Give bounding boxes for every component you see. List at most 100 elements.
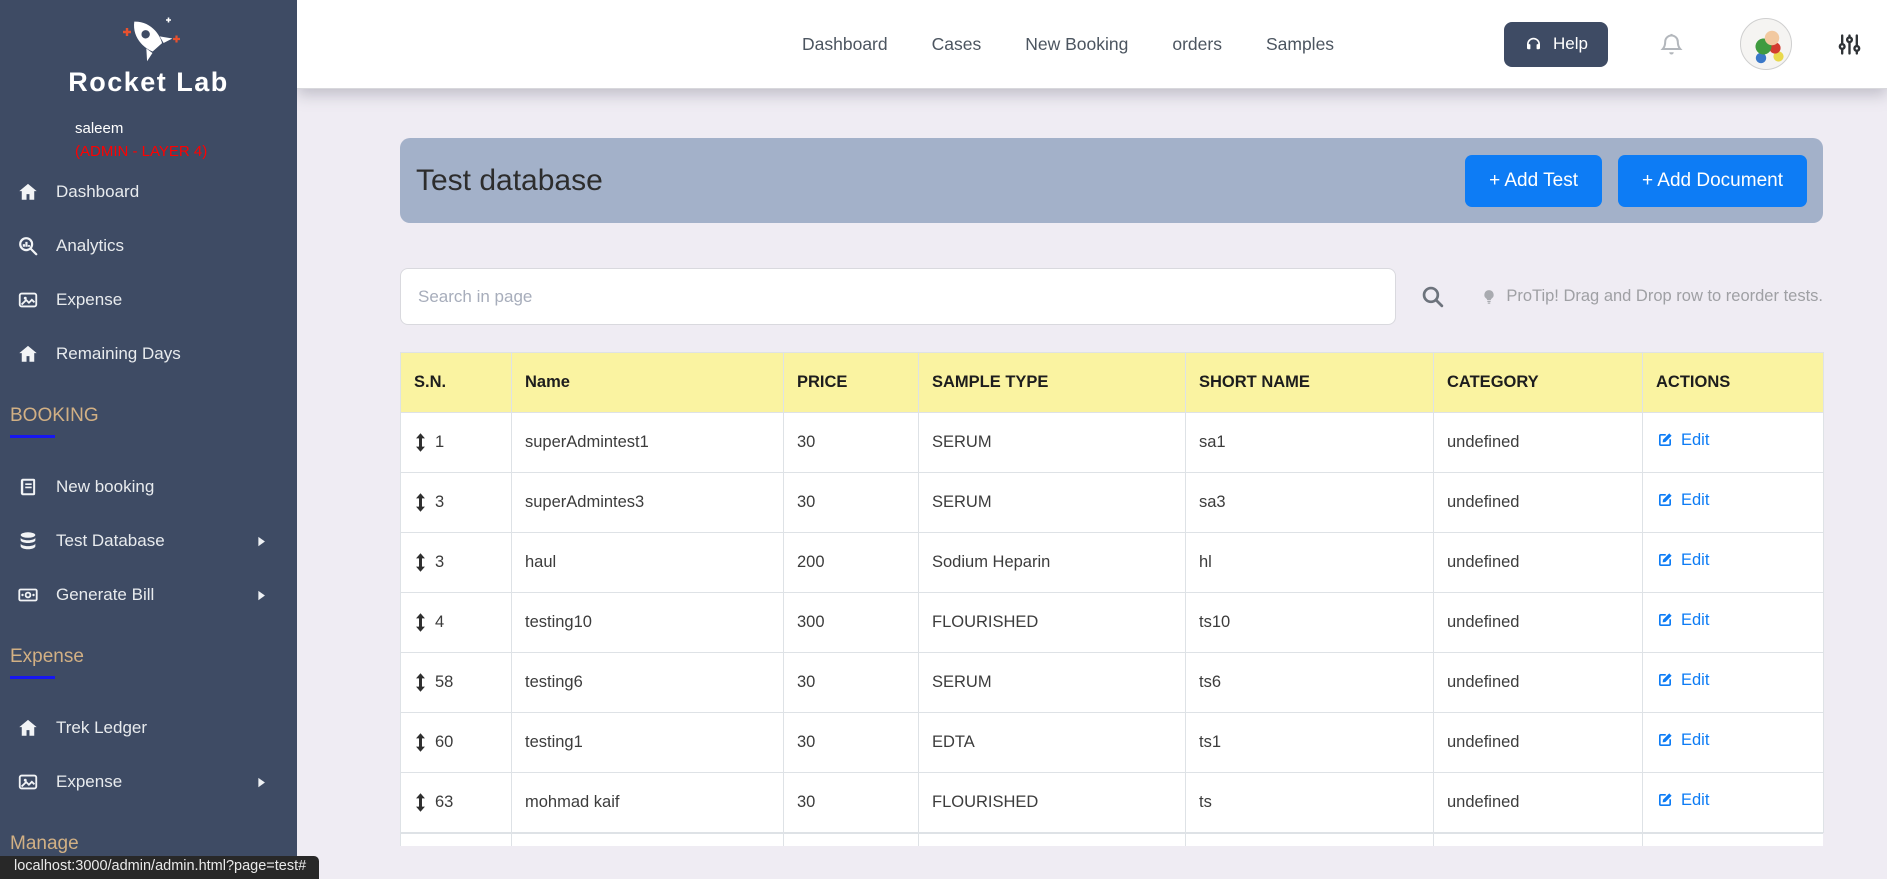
chevron-right-icon [254, 534, 269, 549]
nav-link-dashboard[interactable]: Dashboard [802, 34, 888, 55]
sidebar-item-trek-ledger[interactable]: Trek Ledger [0, 701, 297, 755]
drag-handle-icon[interactable] [414, 733, 427, 752]
page-header-bar: Test database + Add Test + Add Document [400, 138, 1823, 223]
images-icon [17, 289, 39, 311]
sidebar-item-new-booking[interactable]: New booking [0, 460, 297, 514]
sidebar-item-remaining-days[interactable]: Remaining Days [0, 327, 297, 381]
edit-link[interactable]: Edit [1656, 551, 1709, 570]
cell-sample-type: Sodium Heparin [919, 533, 1186, 593]
search-row: ProTip! Drag and Drop row to reorder tes… [400, 268, 1823, 325]
cash-icon [17, 584, 39, 606]
sidebar-item-test-database[interactable]: Test Database [0, 514, 297, 568]
edit-link-label: Edit [1681, 491, 1709, 510]
column-header-category: CATEGORY [1434, 353, 1643, 413]
bell-icon[interactable] [1658, 31, 1685, 58]
cell-short-name: ts10 [1186, 593, 1434, 653]
cell-category: undefined [1434, 473, 1643, 533]
table-row[interactable]: 3 superAdmintes3 30 SERUM sa3 undefined … [401, 473, 1824, 533]
top-navbar: Dashboard Cases New Booking orders Sampl… [297, 0, 1887, 89]
cell-price: 30 [784, 413, 919, 473]
add-test-button[interactable]: + Add Test [1465, 155, 1602, 207]
sidebar-item-analytics[interactable]: Analytics [0, 219, 297, 273]
nav-link-new-booking[interactable]: New Booking [1025, 34, 1128, 55]
cell-short-name: hl [1186, 533, 1434, 593]
edit-link[interactable]: Edit [1656, 791, 1709, 810]
cell-sn: 3 [435, 553, 444, 572]
column-header-actions: ACTIONS [1643, 353, 1824, 413]
cell-category: undefined [1434, 653, 1643, 713]
chevron-right-icon [254, 588, 269, 603]
add-document-button[interactable]: + Add Document [1618, 155, 1807, 207]
search-input[interactable] [400, 268, 1396, 325]
nav-link-samples[interactable]: Samples [1266, 34, 1334, 55]
nav-link-orders[interactable]: orders [1172, 34, 1222, 55]
lightbulb-icon [1480, 288, 1498, 306]
drag-handle-icon[interactable] [414, 553, 427, 572]
nav-link-cases[interactable]: Cases [932, 34, 982, 55]
page-title: Test database [416, 164, 603, 198]
cell-sn: 4 [435, 613, 444, 632]
edit-icon [1656, 551, 1674, 569]
table-row[interactable]: 60 testing1 30 EDTA ts1 undefined Edit [401, 713, 1824, 773]
cell-short-name: ts [1186, 773, 1434, 833]
headset-icon [1524, 35, 1543, 54]
edit-link[interactable]: Edit [1656, 611, 1709, 630]
sidebar-item-expense-sub[interactable]: Expense [0, 755, 297, 809]
section-title: BOOKING [10, 405, 297, 427]
rocket-lab-logo[interactable]: Rocket Lab [0, 0, 297, 98]
sidebar-item-dashboard[interactable]: Dashboard [0, 165, 297, 219]
partially-visible-row [400, 833, 1823, 846]
cell-price: 30 [784, 653, 919, 713]
edit-link-label: Edit [1681, 611, 1709, 630]
drag-handle-icon[interactable] [414, 613, 427, 632]
edit-link[interactable]: Edit [1656, 491, 1709, 510]
edit-icon [1656, 671, 1674, 689]
drag-handle-icon[interactable] [414, 493, 427, 512]
sidebar-item-label: New booking [56, 477, 154, 497]
home-icon [17, 717, 39, 739]
table-row[interactable]: 1 superAdmintest1 30 SERUM sa1 undefined… [401, 413, 1824, 473]
edit-link[interactable]: Edit [1656, 731, 1709, 750]
cell-category: undefined [1434, 593, 1643, 653]
table-row[interactable]: 63 mohmad kaif 30 FLOURISHED ts undefine… [401, 773, 1824, 833]
sidebar-item-expense[interactable]: Expense [0, 273, 297, 327]
help-button[interactable]: Help [1504, 22, 1608, 67]
main-content: Test database + Add Test + Add Document … [297, 0, 1887, 846]
edit-link-label: Edit [1681, 731, 1709, 750]
drag-handle-icon[interactable] [414, 433, 427, 452]
protip: ProTip! Drag and Drop row to reorder tes… [1480, 287, 1823, 306]
cell-category: undefined [1434, 533, 1643, 593]
edit-link[interactable]: Edit [1656, 431, 1709, 450]
sidebar-item-generate-bill[interactable]: Generate Bill [0, 568, 297, 622]
cell-sample-type: FLOURISHED [919, 773, 1186, 833]
table-row[interactable]: 3 haul 200 Sodium Heparin hl undefined E… [401, 533, 1824, 593]
tests-table: S.N. Name PRICE SAMPLE TYPE SHORT NAME C… [400, 352, 1824, 833]
drag-handle-icon[interactable] [414, 793, 427, 812]
help-button-label: Help [1553, 34, 1588, 54]
column-header-name: Name [512, 353, 784, 413]
table-header-row: S.N. Name PRICE SAMPLE TYPE SHORT NAME C… [401, 353, 1824, 413]
avatar[interactable] [1740, 18, 1792, 70]
edit-icon [1656, 431, 1674, 449]
user-name: saleem [75, 118, 297, 141]
edit-icon [1656, 491, 1674, 509]
sidebar-nav: Dashboard Analytics Expense Remaining Da… [0, 165, 297, 866]
section-underline [10, 435, 55, 438]
sidebar-item-label: Expense [56, 290, 122, 310]
table-row[interactable]: 4 testing10 300 FLOURISHED ts10 undefine… [401, 593, 1824, 653]
edit-link-label: Edit [1681, 431, 1709, 450]
cell-price: 200 [784, 533, 919, 593]
drag-handle-icon[interactable] [414, 673, 427, 692]
cell-name: superAdmintes3 [512, 473, 784, 533]
search-icon[interactable] [1420, 284, 1445, 309]
edit-link[interactable]: Edit [1656, 671, 1709, 690]
cell-category: undefined [1434, 773, 1643, 833]
edit-icon [1656, 731, 1674, 749]
settings-sliders-icon[interactable] [1836, 31, 1863, 58]
header-buttons: + Add Test + Add Document [1465, 155, 1807, 207]
section-underline [10, 676, 55, 679]
cell-name: superAdmintest1 [512, 413, 784, 473]
table-row[interactable]: 58 testing6 30 SERUM ts6 undefined Edit [401, 653, 1824, 713]
column-header-price: PRICE [784, 353, 919, 413]
images-icon [17, 771, 39, 793]
